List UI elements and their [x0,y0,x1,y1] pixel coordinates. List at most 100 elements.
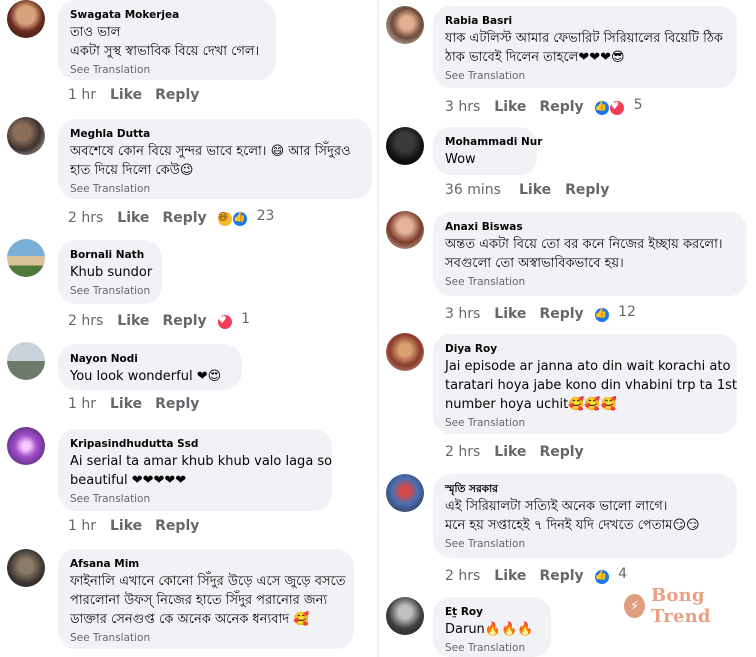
avatar[interactable] [7,549,45,587]
like-button[interactable]: Like [494,444,526,460]
like-button[interactable]: Like [117,313,149,329]
comment-text-line: একটা সুস্থ স্বাভাবিক বিয়ে দেখা গেল। [70,44,260,59]
comment-timestamp[interactable]: 2 hrs [68,210,103,226]
comment-timestamp[interactable]: 2 hrs [68,313,103,329]
comment-text-line: You look wonderful ❤😍 [70,369,222,384]
see-translation-link[interactable]: See Translation [70,630,342,646]
comment-actions: 2 hrs Like Reply 😆 👍 23 [68,208,274,227]
reply-button[interactable]: Reply [539,444,583,460]
comment-author[interactable]: Swagata Mokerjea [70,8,264,23]
comment-text-line: taratari hoya jabe kono din vhabini trp … [445,378,737,393]
comment-timestamp[interactable]: 1 hr [68,396,96,412]
comment-text-line: Khub sundor [70,265,153,280]
like-button[interactable]: Like [494,306,526,322]
comment-author[interactable]: Kripasindhudutta Ssd [70,437,320,452]
see-translation-link[interactable]: See Translation [445,68,725,84]
like-button[interactable]: Like [117,210,149,226]
see-translation-link[interactable]: See Translation [445,415,725,431]
comment-timestamp[interactable]: 3 hrs [445,99,480,115]
comment-author[interactable]: Et̰ Roy [445,605,539,620]
reply-button[interactable]: Reply [565,182,609,198]
avatar[interactable] [386,597,424,635]
comment-actions: 3 hrs Like Reply 👍 ♥ 5 [445,97,643,116]
avatar[interactable] [386,6,424,44]
comment-timestamp[interactable]: 36 mins [445,182,501,198]
comment-text-line: Ai serial ta amar khub khub valo laga so [70,454,333,469]
like-button[interactable]: Like [110,87,142,103]
comment-bubble: Nayon Nodi You look wonderful ❤😍 [58,344,242,390]
comment-actions: 2 hrs Like Reply 👍 4 [445,566,627,585]
comment-timestamp[interactable]: 1 hr [68,518,96,534]
see-translation-link[interactable]: See Translation [70,62,264,78]
reaction-summary[interactable]: 👍 12 [593,304,636,323]
comment-author[interactable]: Nayon Nodi [70,352,230,367]
comment-text-line: যাক এটলিস্ট আমার ফেভারিট সিরিয়ালের বিয়… [445,31,723,46]
comment-author[interactable]: Afsana Mim [70,557,342,572]
avatar[interactable] [386,474,424,512]
reaction-summary[interactable]: 👍 4 [593,566,628,585]
comment-author[interactable]: স্মৃতি সরকার [445,482,725,497]
avatar[interactable] [7,427,45,465]
comment-timestamp[interactable]: 2 hrs [445,444,480,460]
like-button[interactable]: Like [494,99,526,115]
reaction-summary[interactable]: 👍 ♥ 5 [593,97,643,116]
like-button[interactable]: Like [519,182,551,198]
comment-actions: 2 hrs Like Reply [445,444,584,460]
avatar[interactable] [7,342,45,380]
comment-bubble: Swagata Mokerjea তাও ভাল একটা সুস্থ স্বা… [58,0,276,80]
avatar[interactable] [7,117,45,155]
reply-button[interactable]: Reply [162,313,206,329]
comment-bubble: স্মৃতি সরকার এই সিরিয়ালটা সত্যিই অনেক ভ… [433,474,737,558]
avatar[interactable] [386,333,424,371]
reaction-count: 12 [618,304,636,320]
comment-timestamp[interactable]: 2 hrs [445,568,480,584]
reply-button[interactable]: Reply [539,568,583,584]
avatar[interactable] [7,0,45,38]
see-translation-link[interactable]: See Translation [70,181,360,197]
reaction-count: 4 [618,566,628,582]
comment-actions: 1 hr Like Reply [68,87,199,103]
like-reaction-icon: 👍 [593,100,610,116]
avatar[interactable] [386,127,424,165]
bong-trend-logo-icon: ⚡ [624,594,646,618]
like-button[interactable]: Like [494,568,526,584]
comment-text-line: অবশেষে কোন বিয়ে সুন্দর ভাবে হলো। 😄 আর স… [70,144,351,159]
comments-column-left: Swagata Mokerjea তাও ভাল একটা সুস্থ স্বা… [0,0,378,657]
comment-actions: 3 hrs Like Reply 👍 12 [445,304,636,323]
see-translation-link[interactable]: See Translation [70,283,150,299]
reply-button[interactable]: Reply [155,87,199,103]
reply-button[interactable]: Reply [539,99,583,115]
reply-button[interactable]: Reply [539,306,583,322]
comment-bubble: Meghla Dutta অবশেষে কোন বিয়ে সুন্দর ভাব… [58,119,372,199]
bong-trend-watermark: ⚡ Bong Trend [620,585,756,627]
comment-author[interactable]: Bornali Nath [70,248,150,263]
like-button[interactable]: Like [110,518,142,534]
comment-bubble: Diya Roy Jai episode ar janna ato din wa… [433,334,737,434]
reply-button[interactable]: Reply [155,518,199,534]
comment-author[interactable]: Diya Roy [445,342,725,357]
comment-bubble: Bornali Nath Khub sundor See Translation [58,240,162,304]
comment-author[interactable]: Anaxi Biswas [445,220,735,235]
see-translation-link[interactable]: See Translation [445,640,539,656]
comment-author[interactable]: Rabia Basri [445,14,725,29]
love-reaction-icon: ♥ [609,100,626,116]
comment-author[interactable]: Mohammadi Nur [445,135,542,150]
comment-timestamp[interactable]: 1 hr [68,87,96,103]
reaction-summary[interactable]: 😆 👍 23 [216,208,274,227]
reply-button[interactable]: Reply [162,210,206,226]
comment-author[interactable]: Meghla Dutta [70,127,360,142]
comment-text-line: ডাক্তার সেনগুপ্ত কে অনেক অনেক ধন্যবাদ 🥰 [70,612,310,627]
comment-text-line: ঠাক ভাবেই দিলেন তাহলে❤❤❤😎 [445,50,625,65]
comment-bubble: Mohammadi Nur Wow [433,127,542,175]
see-translation-link[interactable]: See Translation [445,274,735,290]
avatar[interactable] [7,239,45,277]
comments-column-right: Rabia Basri যাক এটলিস্ট আমার ফেভারিট সির… [379,0,756,657]
comment-timestamp[interactable]: 3 hrs [445,306,480,322]
comment-actions: 2 hrs Like Reply ♥ 1 [68,311,250,330]
reaction-summary[interactable]: ♥ 1 [216,311,250,330]
see-translation-link[interactable]: See Translation [70,491,320,507]
like-button[interactable]: Like [110,396,142,412]
avatar[interactable] [386,211,424,249]
see-translation-link[interactable]: See Translation [445,536,725,552]
reply-button[interactable]: Reply [155,396,199,412]
